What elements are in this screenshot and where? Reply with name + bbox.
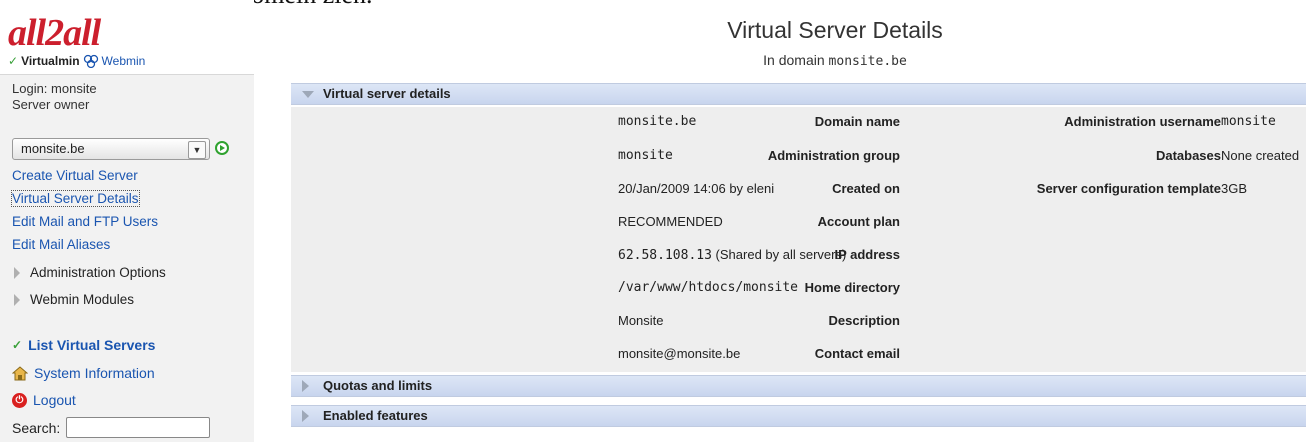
list-virtual-servers-label: List Virtual Servers: [28, 337, 156, 353]
expand-triangle-icon: [302, 380, 309, 392]
field-label-contact-email: Contact email: [814, 346, 900, 361]
expand-triangle-icon: [302, 410, 309, 422]
sidebar-link-virtual-server-details[interactable]: Virtual Server Details: [11, 190, 140, 207]
subtitle-domain: monsite.be: [828, 54, 907, 69]
domain-select-value: monsite.be: [21, 141, 85, 156]
virtualmin-tab[interactable]: Virtualmin: [21, 54, 79, 68]
domain-select[interactable]: monsite.be ▼: [12, 138, 210, 160]
virtual-server-details-panel: Domain name monsite.be Administration gr…: [291, 107, 1306, 372]
chevron-down-icon[interactable]: ▼: [188, 141, 206, 159]
field-value-server-configuration-template: 3GB: [1221, 181, 1248, 196]
field-value-home-directory: /var/www/htdocs/monsite: [618, 280, 799, 295]
list-virtual-servers-link[interactable]: ✓ List Virtual Servers: [12, 337, 155, 353]
sidebar-panel: Login: monsite Server owner monsite.be ▼…: [0, 74, 254, 442]
webmin-tab[interactable]: Webmin: [102, 54, 146, 68]
search-label: Search:: [12, 419, 61, 436]
field-label-databases: Databases: [1155, 148, 1221, 163]
field-value-ip-address: 62.58.108.13 (Shared by all servers): [618, 247, 846, 263]
field-value-domain-name: monsite.be: [618, 114, 697, 129]
page-subtitle: In domain monsite.be: [620, 52, 1050, 69]
sidebar-category-webmin-modules[interactable]: Webmin Modules: [14, 292, 134, 307]
page-title: Virtual Server Details: [727, 17, 943, 43]
sidebar-category-administration-options[interactable]: Administration Options: [14, 265, 166, 280]
field-value-databases: None created: [1221, 148, 1300, 163]
search-input[interactable]: [66, 417, 211, 438]
sidebar-link-edit-mail-aliases[interactable]: Edit Mail Aliases: [12, 237, 110, 252]
field-label-administration-username: Administration username: [1064, 114, 1221, 129]
chevron-down-icon: ✓: [12, 338, 23, 352]
subtitle-prefix: In domain: [763, 52, 825, 68]
webmin-logo-icon: [83, 54, 98, 68]
section-label: Quotas and limits: [323, 378, 433, 393]
all2all-logo: all2all: [8, 12, 101, 54]
ip-address-note: (Shared by all servers): [715, 247, 847, 262]
field-value-description: Monsite: [618, 313, 664, 328]
section-virtual-server-details[interactable]: Virtual server details: [291, 83, 1306, 105]
category-label: Webmin Modules: [30, 292, 135, 307]
search-row: Search:: [12, 417, 211, 438]
power-icon: ⏻: [12, 392, 27, 408]
field-label-description: Description: [828, 313, 900, 328]
section-quotas-and-limits[interactable]: Quotas and limits: [291, 375, 1306, 397]
field-value-account-plan: RECOMMENDED: [618, 214, 723, 229]
field-value-created-on: 20/Jan/2009 14:06 by eleni: [618, 181, 775, 196]
section-enabled-features[interactable]: Enabled features: [291, 405, 1306, 427]
login-line: Login: monsite: [12, 81, 97, 96]
collapse-triangle-icon: [302, 91, 314, 98]
field-value-contact-email: monsite@monsite.be: [618, 346, 741, 361]
expand-triangle-icon: [14, 266, 20, 279]
system-information-label: System Information: [34, 365, 155, 381]
field-label-administration-group: Administration group: [767, 148, 900, 163]
field-label-created-on: Created on: [832, 181, 900, 196]
logout-label: Logout: [33, 392, 76, 408]
category-label: Administration Options: [30, 265, 166, 280]
field-label-home-directory: Home directory: [804, 280, 900, 295]
home-icon: [12, 365, 28, 380]
ip-address-value: 62.58.108.13: [618, 248, 712, 263]
role-line: Server owner: [12, 97, 90, 112]
field-label-domain-name: Domain name: [814, 114, 900, 129]
system-information-link[interactable]: System Information: [12, 365, 155, 381]
field-label-server-configuration-template: Server configuration template: [1036, 181, 1221, 196]
field-label-account-plan: Account plan: [817, 214, 900, 229]
sidebar: all2all ✓ Virtualmin Webmin Login: monsi…: [0, 0, 254, 442]
sidebar-link-create-virtual-server[interactable]: Create Virtual Server: [12, 168, 138, 183]
logout-link[interactable]: ⏻ Logout: [12, 392, 76, 408]
expand-triangle-icon: [14, 293, 20, 306]
login-info: Login: monsite Server owner: [12, 81, 97, 113]
go-arrow-icon[interactable]: [215, 141, 229, 155]
brand-row: ✓ Virtualmin Webmin: [8, 54, 145, 68]
section-label: Enabled features: [323, 408, 428, 423]
sidebar-link-edit-mail-ftp-users[interactable]: Edit Mail and FTP Users: [12, 214, 158, 229]
field-value-administration-username: monsite: [1221, 114, 1276, 129]
chevron-down-icon: ✓: [8, 54, 19, 68]
section-label: Virtual server details: [323, 86, 451, 101]
field-value-administration-group: monsite: [618, 148, 673, 163]
